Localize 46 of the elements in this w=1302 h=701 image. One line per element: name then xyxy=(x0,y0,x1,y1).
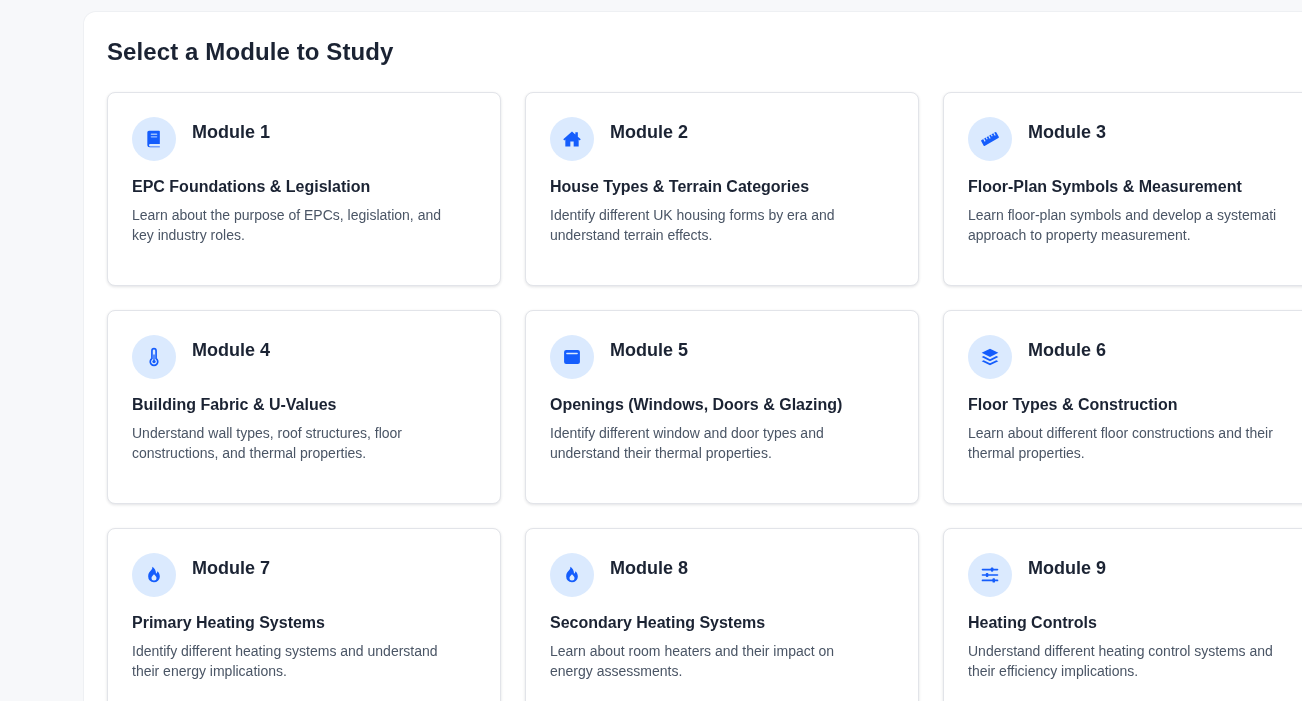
ruler-icon xyxy=(968,117,1012,161)
module-description: Identify different window and door types and understand their thermal properties. xyxy=(550,424,825,463)
module-card[interactable]: Module 8 Secondary Heating Systems Learn about room heaters and their impact on energy assessments. xyxy=(525,528,919,701)
layers-icon xyxy=(968,335,1012,379)
window-icon xyxy=(550,335,594,379)
module-title: Floor-Plan Symbols & Measurement xyxy=(968,177,1243,197)
book-icon xyxy=(132,117,176,161)
thermometer-icon xyxy=(132,335,176,379)
module-label: Module 2 xyxy=(610,121,688,144)
flame-icon xyxy=(550,553,594,597)
module-label: Module 9 xyxy=(1028,557,1106,580)
module-card[interactable]: Module 6 Floor Types & Construction Learn about different floor constructions and their thermal properties. xyxy=(943,310,1302,504)
module-card[interactable]: Module 1 EPC Foundations & Legislation Learn about the purpose of EPCs, legislation, and key industry roles. xyxy=(107,92,501,286)
module-card[interactable]: Module 5 Openings (Windows, Doors & Glazing) Identify different window and door types and understand their thermal properties. xyxy=(525,310,919,504)
module-title: EPC Foundations & Legislation xyxy=(132,177,372,197)
module-card[interactable]: Module 9 Heating Controls Understand different heating control systems and their efficiency implications. xyxy=(943,528,1302,701)
module-label: Module 8 xyxy=(610,557,688,580)
module-description: Learn about different floor constructions and their thermal properties. xyxy=(968,424,1274,463)
module-description: Understand wall types, roof structures, floor constructions, and thermal properties. xyxy=(132,424,403,463)
module-description: Identify different UK housing forms by era and understand terrain effects. xyxy=(550,206,836,245)
flame-icon xyxy=(132,553,176,597)
module-card[interactable]: Module 2 House Types & Terrain Categories Identify different UK housing forms by era and understand terrain effects. xyxy=(525,92,919,286)
module-label: Module 5 xyxy=(610,339,688,362)
house-icon xyxy=(550,117,594,161)
module-title: Floor Types & Construction xyxy=(968,395,1179,415)
module-title: Building Fabric & U-Values xyxy=(132,395,338,415)
sliders-icon xyxy=(968,553,1012,597)
module-title: Openings (Windows, Doors & Glazing) xyxy=(550,395,844,415)
module-description: Identify different heating systems and understand their energy implications. xyxy=(132,642,439,681)
module-title: Primary Heating Systems xyxy=(132,613,326,633)
module-title: Heating Controls xyxy=(968,613,1098,633)
module-label: Module 3 xyxy=(1028,121,1106,144)
module-description: Learn floor-plan symbols and develop a systemati approach to property measurement. xyxy=(968,206,1278,245)
module-label: Module 1 xyxy=(192,121,270,144)
module-card[interactable]: Module 4 Building Fabric & U-Values Understand wall types, roof structures, floor constructions, and thermal properties. xyxy=(107,310,501,504)
module-card[interactable]: Module 3 Floor-Plan Symbols & Measurement Learn floor-plan symbols and develop a systemati approach to property measurement. xyxy=(943,92,1302,286)
module-label: Module 6 xyxy=(1028,339,1106,362)
module-description: Understand different heating control systems and their efficiency implications. xyxy=(968,642,1274,681)
module-description: Learn about room heaters and their impact on energy assessments. xyxy=(550,642,836,681)
module-label: Module 4 xyxy=(192,339,270,362)
module-label: Module 7 xyxy=(192,557,270,580)
module-description: Learn about the purpose of EPCs, legislation, and key industry roles. xyxy=(132,206,442,245)
module-title: House Types & Terrain Categories xyxy=(550,177,811,197)
module-card[interactable]: Module 7 Primary Heating Systems Identify different heating systems and understand their energy implications. xyxy=(107,528,501,701)
module-title: Secondary Heating Systems xyxy=(550,613,767,633)
page-heading: Select a Module to Study xyxy=(107,38,395,66)
